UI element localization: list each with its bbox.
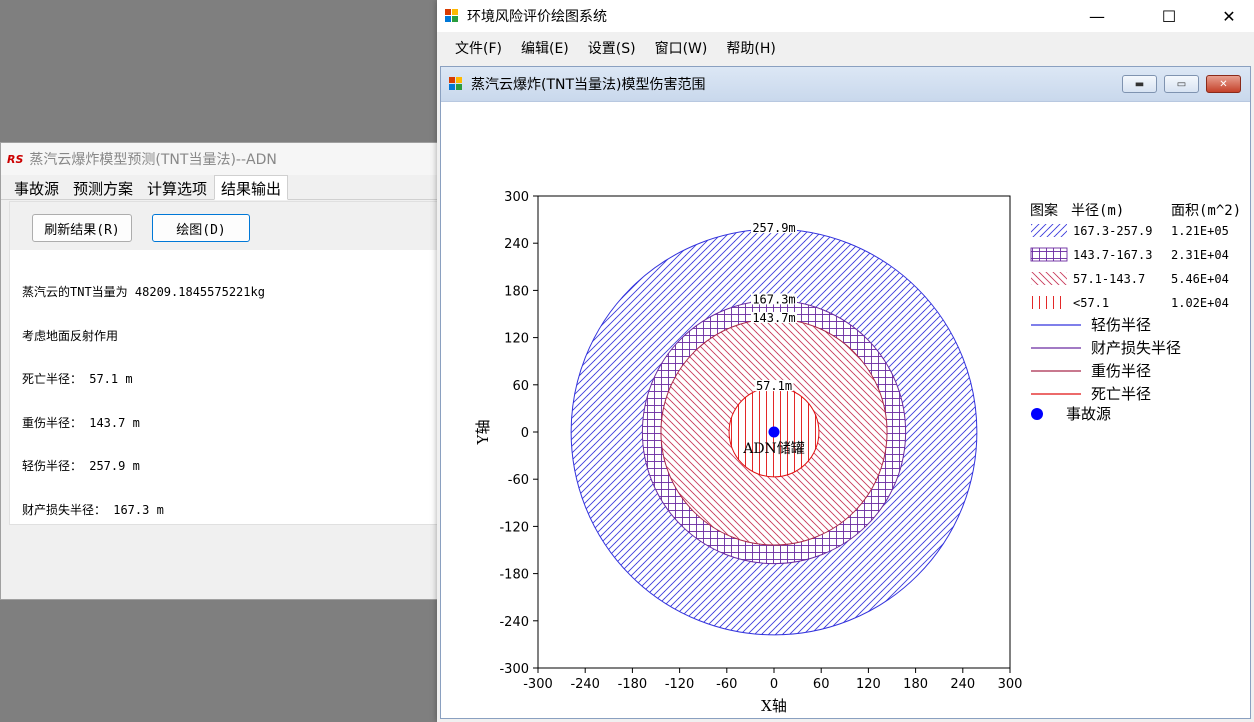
legend-range: <57.1 (1073, 296, 1109, 310)
y-tick-label: -180 (499, 568, 529, 583)
chart-child-window: 蒸汽云爆炸(TNT当量法)模型伤害范围 ▬ ▭ ✕ ADN储罐 257.9m 16… (440, 66, 1251, 719)
accident-source-marker (768, 426, 780, 438)
y-tick-label: -60 (508, 473, 529, 488)
child-window-title: 蒸汽云爆炸(TNT当量法)模型伤害范围 (471, 77, 706, 93)
legend-line-label: 财产损失半径 (1091, 339, 1181, 357)
legend-line-label: 死亡半径 (1091, 385, 1151, 403)
legend-line-label: 轻伤半径 (1091, 316, 1151, 334)
result-panel: 刷新结果(R) 绘图(D) 蒸汽云的TNT当量为 48209.184557522… (9, 201, 439, 525)
x-tick-label: -300 (523, 677, 553, 692)
y-tick-label: -120 (499, 520, 529, 535)
y-tick-label: -300 (499, 662, 529, 677)
tab-strip: 事故源 预测方案 计算选项 结果输出 (1, 175, 439, 200)
x-tick-label: -120 (665, 677, 695, 692)
y-axis-label: Y轴 (474, 420, 492, 446)
x-tick-label: 60 (813, 677, 830, 692)
refresh-results-button[interactable]: 刷新结果(R) (32, 214, 132, 242)
y-tick-label: 0 (521, 426, 529, 441)
legend-range: 167.3-257.9 (1073, 224, 1152, 238)
back-window-title: 蒸汽云爆炸模型预测(TNT当量法)--ADN (29, 152, 277, 168)
legend-range: 57.1-143.7 (1073, 272, 1145, 286)
front-window-title: 环境风险评价绘图系统 (467, 9, 607, 25)
x-tick-label: 120 (856, 677, 881, 692)
child-restore-icon[interactable]: ▭ (1164, 75, 1199, 93)
legend-header: 半径(m) (1071, 203, 1124, 219)
legend-area: 1.02E+04 (1171, 296, 1229, 310)
x-tick-label: 240 (950, 677, 975, 692)
ring-radius-label: 257.9m (752, 221, 795, 235)
x-tick-label: 180 (903, 677, 928, 692)
result-line: 财产损失半径： 167.3 m (22, 502, 164, 517)
ring-radius-label: 143.7m (752, 311, 795, 325)
result-line: 考虑地面反射作用 (22, 328, 119, 343)
result-line: 蒸汽云的TNT当量为 48209.1845575221kg (22, 285, 265, 299)
draw-button[interactable]: 绘图(D) (152, 214, 250, 242)
menu-window[interactable]: 窗口(W) (647, 38, 719, 58)
result-line: 轻伤半径： 257.9 m (22, 459, 140, 473)
x-tick-label: -180 (618, 677, 648, 692)
front-window-titlebar[interactable]: 环境风险评价绘图系统 — ☐ ✕ (437, 0, 1254, 32)
y-tick-label: 120 (504, 332, 529, 347)
y-tick-label: 300 (504, 190, 529, 205)
legend-area: 2.31E+04 (1171, 248, 1229, 262)
legend-source-marker (1031, 408, 1043, 420)
minimize-icon[interactable]: — (1074, 0, 1120, 32)
child-minimize-icon[interactable]: ▬ (1122, 75, 1157, 93)
y-tick-label: 180 (504, 284, 529, 299)
child-window-titlebar[interactable]: 蒸汽云爆炸(TNT当量法)模型伤害范围 ▬ ▭ ✕ (441, 67, 1250, 102)
app-logo-icon: RS (7, 152, 24, 166)
result-toolbar: 刷新结果(R) 绘图(D) (10, 202, 438, 250)
legend-area: 1.21E+05 (1171, 224, 1229, 238)
x-tick-label: 300 (998, 677, 1023, 692)
tab-result-output[interactable]: 结果输出 (214, 175, 289, 200)
app-icon (445, 9, 459, 23)
result-line: 死亡半径： 57.1 m (22, 372, 133, 386)
legend-line-label: 重伤半径 (1091, 362, 1151, 380)
legend-area: 5.46E+04 (1171, 272, 1229, 286)
x-tick-label: -60 (716, 677, 737, 692)
x-axis-label: X轴 (761, 697, 787, 715)
damage-range-chart: ADN储罐 257.9m 167.3m 143.7m 57.1m -300 -240 -1… (474, 190, 1241, 715)
ring-radius-label: 57.1m (756, 379, 792, 393)
menu-settings[interactable]: 设置(S) (580, 38, 647, 58)
legend-pattern-swatch (1031, 248, 1067, 261)
ring-radius-label: 167.3m (752, 292, 795, 306)
tab-calc-options[interactable]: 计算选项 (140, 175, 214, 199)
tab-accident-source[interactable]: 事故源 (7, 175, 66, 199)
legend-pattern-swatch (1031, 296, 1067, 309)
close-icon[interactable]: ✕ (1206, 0, 1252, 32)
legend-range: 143.7-167.3 (1073, 248, 1152, 262)
legend-pattern-swatch (1031, 272, 1067, 285)
y-tick-label: -240 (499, 615, 529, 630)
back-window-titlebar[interactable]: RS 蒸汽云爆炸模型预测(TNT当量法)--ADN (1, 143, 439, 175)
menu-edit[interactable]: 编辑(E) (513, 38, 580, 58)
maximize-icon[interactable]: ☐ (1146, 0, 1192, 32)
tab-prediction-plan[interactable]: 预测方案 (66, 175, 140, 199)
menu-bar: 文件(F) 编辑(E) 设置(S) 窗口(W) 帮助(H) (437, 32, 1254, 64)
result-line: 重伤半径： 143.7 m (22, 415, 140, 430)
legend-header: 图案 (1030, 202, 1058, 219)
legend-source-label: 事故源 (1066, 405, 1111, 423)
tnt-model-window: RS 蒸汽云爆炸模型预测(TNT当量法)--ADN 事故源 预测方案 计算选项 … (0, 142, 440, 600)
child-app-icon (449, 77, 463, 91)
legend-pattern-swatch (1031, 224, 1067, 237)
menu-file[interactable]: 文件(F) (447, 38, 513, 58)
y-tick-label: 240 (504, 237, 529, 252)
source-label: ADN储罐 (742, 441, 805, 457)
x-tick-label: 0 (770, 677, 778, 692)
legend-header: 面积(m^2) (1171, 203, 1241, 219)
plot-system-window: 环境风险评价绘图系统 — ☐ ✕ 文件(F) 编辑(E) 设置(S) 窗口(W)… (437, 0, 1254, 722)
y-tick-label: 60 (512, 379, 529, 394)
result-textbox[interactable]: 蒸汽云的TNT当量为 48209.1845575221kg 考虑地面反射作用 死… (22, 256, 265, 546)
menu-help[interactable]: 帮助(H) (718, 38, 786, 58)
x-tick-label: -240 (570, 677, 600, 692)
child-close-icon[interactable]: ✕ (1206, 75, 1241, 93)
